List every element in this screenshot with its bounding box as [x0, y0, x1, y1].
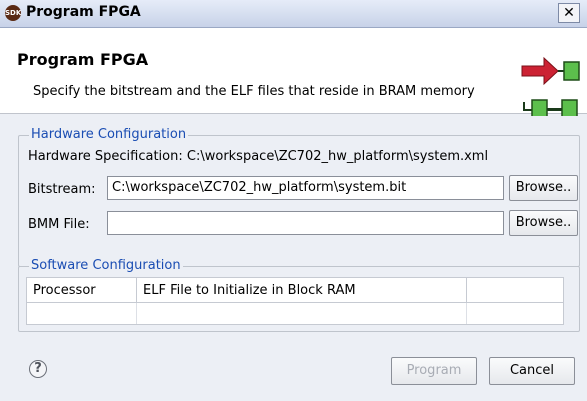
bmm-file-field[interactable] [107, 211, 504, 235]
hardware-configuration-title: Hardware Configuration [29, 127, 189, 142]
close-icon: ✕ [563, 5, 575, 21]
header-description: Specify the bitstream and the ELF files … [33, 84, 475, 99]
green-block-icon [531, 99, 548, 116]
column-header-elf-file[interactable]: ELF File to Initialize in Block RAM [137, 278, 467, 303]
help-icon[interactable]: ? [29, 360, 47, 378]
program-fpga-dialog: SDK Program FPGA ✕ Program FPGA Specify … [0, 0, 587, 401]
cancel-button[interactable]: Cancel [489, 357, 575, 385]
bitstream-label: Bitstream: [28, 182, 96, 197]
bmm-file-label: BMM File: [28, 217, 90, 232]
program-fpga-wizard-icon [521, 56, 580, 116]
close-button[interactable]: ✕ [558, 3, 580, 23]
bitstream-browse-button[interactable]: Browse.. [509, 175, 578, 201]
column-header-blank[interactable] [467, 278, 563, 303]
bmm-browse-button[interactable]: Browse.. [509, 210, 578, 236]
column-header-processor[interactable]: Processor [27, 278, 137, 303]
table-cell[interactable] [137, 303, 467, 324]
elf-file-table: Processor ELF File to Initialize in Bloc… [26, 277, 564, 325]
green-block-icon [561, 99, 578, 116]
hardware-spec-label: Hardware Specification: [28, 149, 183, 164]
green-block-icon [563, 61, 580, 81]
table-cell[interactable] [27, 303, 137, 324]
sdk-app-icon: SDK [5, 5, 21, 21]
program-button[interactable]: Program [391, 357, 477, 385]
bitstream-field[interactable]: C:\workspace\ZC702_hw_platform\system.bi… [107, 176, 504, 200]
dialog-header: Program FPGA Specify the bitstream and t… [0, 28, 587, 116]
window-title: Program FPGA [26, 4, 141, 20]
software-configuration-title: Software Configuration [29, 258, 183, 273]
header-title: Program FPGA [17, 50, 149, 69]
title-bar: SDK Program FPGA ✕ [0, 0, 587, 28]
red-arrow-icon [521, 56, 559, 86]
hardware-spec-path: C:\workspace\ZC702_hw_platform\system.xm… [186, 149, 489, 164]
hardware-spec-row: Hardware Specification: C:\workspace\ZC7… [28, 149, 488, 164]
